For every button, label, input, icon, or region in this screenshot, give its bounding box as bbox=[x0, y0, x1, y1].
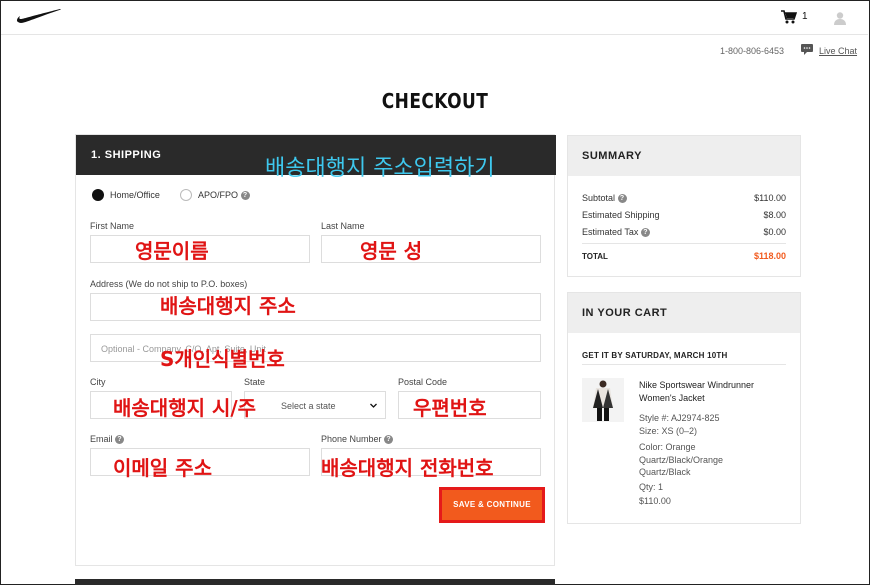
subtotal-label: Subtotal ? bbox=[582, 193, 627, 204]
summary-header: SUMMARY bbox=[568, 136, 800, 176]
help-icon[interactable]: ? bbox=[640, 228, 650, 238]
product-color: Color: Orange bbox=[639, 442, 696, 452]
live-chat-link[interactable]: Live Chat bbox=[819, 46, 857, 56]
cart-icon[interactable] bbox=[781, 10, 797, 24]
state-select-value: Select a state bbox=[281, 401, 336, 411]
radio-home-office[interactable] bbox=[92, 189, 104, 201]
shipping-cost-value: $8.00 bbox=[763, 210, 786, 220]
chat-bubble-icon[interactable] bbox=[801, 44, 813, 55]
state-label: State bbox=[244, 377, 266, 387]
tax-label: Estimated Tax ? bbox=[582, 227, 650, 238]
email-label: Email ? bbox=[90, 434, 125, 445]
subtotal-value: $110.00 bbox=[754, 193, 786, 203]
state-select[interactable]: Select a state bbox=[244, 391, 386, 419]
support-phone: 1-800-806-6453 bbox=[720, 46, 785, 56]
page-title: CHECKOUT bbox=[381, 89, 489, 113]
last-name-field[interactable] bbox=[321, 235, 541, 263]
product-qty: Qty: 1 bbox=[639, 482, 664, 492]
cart-count[interactable]: 1 bbox=[802, 11, 808, 22]
product-style: Style #: AJ2974-825 bbox=[639, 413, 720, 423]
shipping-cost-label: Estimated Shipping bbox=[582, 210, 660, 220]
last-name-note: 영문 성 bbox=[360, 239, 423, 263]
save-continue-button[interactable]: SAVE & CONTINUE bbox=[442, 490, 542, 520]
optional-note: S개인식별번호 bbox=[160, 347, 285, 371]
address-optional-field[interactable]: Optional - Company, C/O, Apt, Suite, Uni… bbox=[90, 334, 541, 362]
cart-panel: IN YOUR CART GET IT BY SATURDAY, MARCH 1… bbox=[567, 292, 801, 524]
divider bbox=[582, 364, 786, 365]
divider bbox=[582, 243, 786, 244]
delivery-estimate: GET IT BY SATURDAY, MARCH 10TH bbox=[582, 351, 728, 360]
product-color-line3: Quartz/Black bbox=[639, 467, 691, 477]
address-label: Address (We do not ship to P.O. boxes) bbox=[90, 279, 248, 289]
top-bar bbox=[1, 1, 868, 35]
product-price: $110.00 bbox=[639, 496, 671, 506]
phone-number-label: Phone Number ? bbox=[321, 434, 394, 445]
total-label: TOTAL bbox=[582, 252, 608, 261]
cart-header: IN YOUR CART bbox=[568, 293, 800, 333]
city-label: City bbox=[90, 377, 106, 387]
radio-apo-fpo-label: APO/FPO ? bbox=[198, 190, 250, 201]
summary-heading: SUMMARY bbox=[582, 150, 642, 162]
product-name-line2[interactable]: Women's Jacket bbox=[639, 393, 705, 403]
help-icon[interactable]: ? bbox=[240, 191, 250, 201]
help-icon[interactable]: ? bbox=[617, 194, 627, 204]
shipping-heading: 1. SHIPPING bbox=[91, 149, 162, 161]
radio-home-office-label: Home/Office bbox=[110, 190, 160, 200]
user-icon[interactable] bbox=[833, 11, 847, 25]
product-size: Size: XS (0–2) bbox=[639, 426, 698, 436]
first-name-label: First Name bbox=[90, 221, 135, 231]
address-note: 배송대행지 주소 bbox=[160, 294, 296, 318]
postal-code-label: Postal Code bbox=[398, 377, 448, 387]
phone-number-note: 배송대행지 전화번호 bbox=[321, 456, 494, 480]
product-color-line2: Quartz/Black/Orange bbox=[639, 455, 724, 465]
product-name[interactable]: Nike Sportswear Windrunner bbox=[639, 380, 754, 390]
next-step-header bbox=[75, 579, 555, 585]
tax-value: $0.00 bbox=[763, 227, 786, 237]
cart-heading: IN YOUR CART bbox=[582, 307, 668, 319]
shipping-annotation: 배송대행지 주소입력하기 bbox=[265, 156, 495, 181]
chevron-down-icon bbox=[370, 403, 377, 408]
radio-apo-fpo[interactable] bbox=[180, 189, 192, 201]
address-field[interactable] bbox=[90, 293, 541, 321]
help-icon[interactable]: ? bbox=[115, 435, 125, 445]
email-note: 이메일 주소 bbox=[113, 456, 212, 480]
city-state-note: 배송대행지 시/주 bbox=[113, 396, 257, 420]
postal-code-note: 우편번호 bbox=[413, 396, 487, 420]
product-image[interactable] bbox=[582, 378, 624, 422]
last-name-label: Last Name bbox=[321, 221, 365, 231]
summary-panel: SUMMARY Subtotal ? $110.00 Estimated Shi… bbox=[567, 135, 801, 277]
first-name-note: 영문이름 bbox=[135, 239, 209, 263]
total-value: $118.00 bbox=[753, 251, 786, 261]
nike-swoosh-logo[interactable] bbox=[16, 8, 62, 24]
help-icon[interactable]: ? bbox=[384, 435, 394, 445]
